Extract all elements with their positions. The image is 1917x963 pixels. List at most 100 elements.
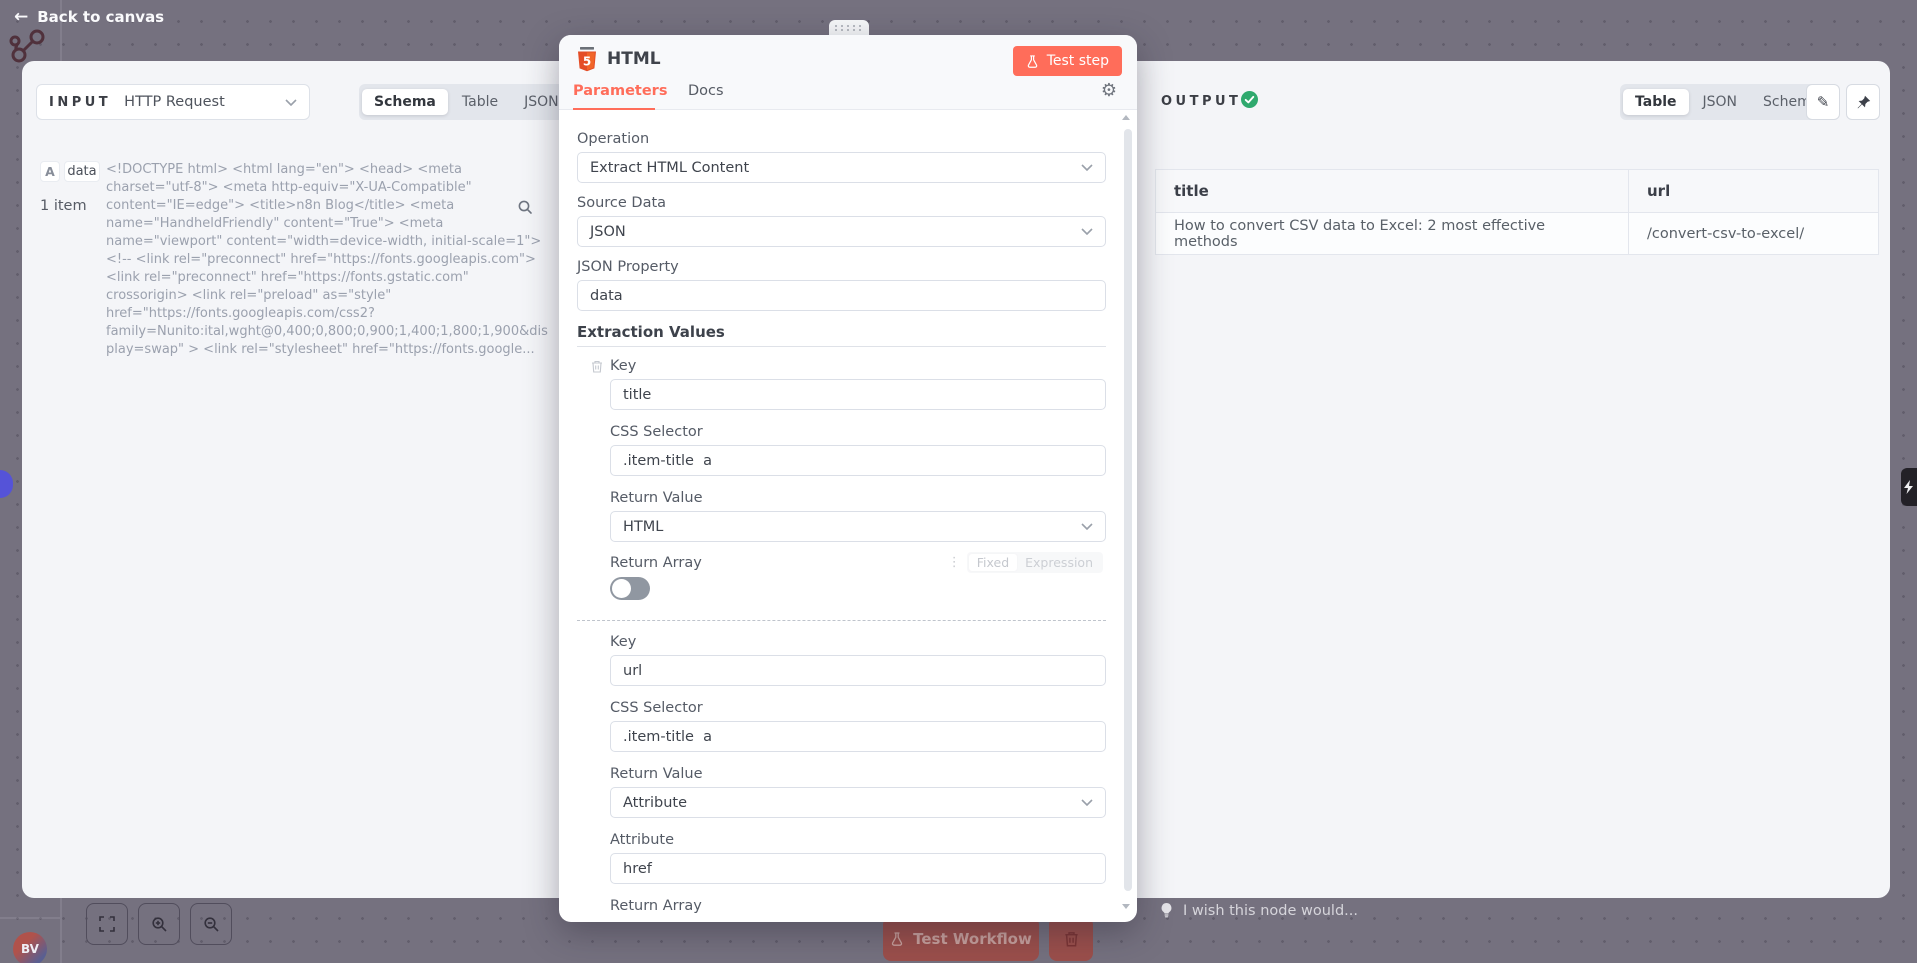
fit-view-icon <box>99 916 115 932</box>
fit-view-button[interactable] <box>86 903 128 945</box>
source-data-value: JSON <box>590 224 626 240</box>
input-tab-schema[interactable]: Schema <box>362 89 448 115</box>
return-value-select-2[interactable]: Attribute <box>610 787 1106 818</box>
table-row[interactable]: How to convert CSV data to Excel: 2 most… <box>1156 213 1878 254</box>
node-feedback-prompt[interactable]: I wish this node would... <box>1160 902 1358 919</box>
trigger-node-stub <box>1901 468 1917 506</box>
input-view-tabs: Schema Table JSON <box>359 84 574 120</box>
field-name-badge[interactable]: data <box>64 161 100 182</box>
input-tab-table[interactable]: Table <box>450 89 510 115</box>
svg-text:5: 5 <box>583 55 591 69</box>
css-selector-input-2[interactable] <box>610 721 1106 752</box>
html5-node-icon: 5 <box>575 46 599 74</box>
app-root: ← Back to canvas Test Workflow <box>0 0 1917 963</box>
workflow-nodes-icon <box>8 26 48 66</box>
key-input-2[interactable] <box>610 655 1106 686</box>
lightbulb-icon <box>1160 902 1173 919</box>
json-property-input[interactable] <box>577 280 1106 311</box>
return-value-1: HTML <box>623 519 663 535</box>
operation-select[interactable]: Extract HTML Content <box>577 152 1106 183</box>
return-value-2: Attribute <box>623 795 687 811</box>
avatar-initials: BV <box>21 942 39 956</box>
output-panel: OUTPUT Table JSON Schema ✎ 1 item title … <box>1137 61 1890 898</box>
field-value-preview[interactable]: <!DOCTYPE html> <html lang="en"> <head> … <box>106 161 548 359</box>
output-table: title url How to convert CSV data to Exc… <box>1155 169 1879 255</box>
output-panel-label: OUTPUT <box>1161 94 1241 109</box>
chevron-down-icon <box>1081 523 1093 530</box>
drag-dots-icon <box>835 25 863 31</box>
delete-node-button[interactable] <box>1049 917 1093 961</box>
cell-url: /convert-csv-to-excel/ <box>1629 213 1878 254</box>
chevron-down-icon <box>285 99 297 106</box>
input-source-select[interactable]: INPUT HTTP Request <box>36 84 310 120</box>
back-to-canvas-label: Back to canvas <box>37 8 164 26</box>
flask-icon <box>1026 55 1039 68</box>
css-selector-input-1[interactable] <box>610 445 1106 476</box>
trash-icon <box>1064 931 1079 947</box>
zoom-out-icon <box>203 916 220 933</box>
output-tab-json[interactable]: JSON <box>1691 89 1750 115</box>
column-header-url[interactable]: url <box>1629 170 1878 212</box>
return-array-label-1: Return Array <box>610 555 702 571</box>
zoom-in-icon <box>151 916 168 933</box>
node-settings-modal: 5 HTML Test step Parameters Docs ⚙ Opera… <box>559 35 1137 922</box>
zoom-in-button[interactable] <box>138 903 180 945</box>
mode-fixed[interactable]: Fixed <box>969 554 1017 571</box>
return-array-toggle-1[interactable] <box>610 577 650 600</box>
attribute-label: Attribute <box>610 832 674 848</box>
operation-label: Operation <box>577 131 649 147</box>
flask-icon <box>890 932 904 946</box>
input-panel-label: INPUT <box>49 95 111 110</box>
test-step-button[interactable]: Test step <box>1013 46 1122 76</box>
mode-expression[interactable]: Expression <box>1017 554 1101 571</box>
zoom-out-button[interactable] <box>190 903 232 945</box>
key-label-1: Key <box>610 358 636 374</box>
css-selector-label-2: CSS Selector <box>610 700 703 716</box>
extraction-values-title: Extraction Values <box>577 323 725 341</box>
parameter-options-icon: ⋮ <box>948 555 960 570</box>
chevron-down-icon <box>1081 799 1093 806</box>
scroll-up-icon[interactable] <box>1122 115 1130 120</box>
key-input-1[interactable] <box>610 379 1106 410</box>
section-divider <box>577 346 1106 347</box>
attribute-input[interactable] <box>610 853 1106 884</box>
operation-value: Extract HTML Content <box>590 160 749 176</box>
input-source-value: HTTP Request <box>124 94 285 110</box>
css-selector-label-1: CSS Selector <box>610 424 703 440</box>
edit-output-button[interactable]: ✎ <box>1806 84 1840 120</box>
connection-wire <box>0 917 60 919</box>
pin-data-button[interactable] <box>1846 84 1880 120</box>
test-workflow-button[interactable]: Test Workflow <box>883 917 1039 961</box>
output-view-tabs: Table JSON Schema <box>1620 84 1834 120</box>
modal-scrollbar[interactable] <box>1124 129 1132 891</box>
json-property-label: JSON Property <box>577 259 679 275</box>
back-arrow-icon: ← <box>14 7 28 27</box>
key-label-2: Key <box>610 634 636 650</box>
modal-drag-handle[interactable] <box>829 20 869 36</box>
chevron-down-icon <box>1081 228 1093 235</box>
pencil-icon: ✎ <box>1817 93 1830 111</box>
tab-parameters[interactable]: Parameters <box>573 83 667 99</box>
output-tab-table[interactable]: Table <box>1623 89 1689 115</box>
pin-icon <box>1856 95 1871 110</box>
input-panel: INPUT HTTP Request Schema Table JSON 1 i… <box>22 61 559 898</box>
success-check-icon <box>1241 91 1258 108</box>
node-feedback-label: I wish this node would... <box>1183 903 1358 919</box>
back-to-canvas-link[interactable]: ← Back to canvas <box>14 7 164 27</box>
delete-extraction-icon[interactable] <box>591 360 603 373</box>
user-avatar[interactable]: BV <box>13 932 47 963</box>
active-tab-underline <box>573 108 655 110</box>
return-value-label-2: Return Value <box>610 766 703 782</box>
source-data-label: Source Data <box>577 195 666 211</box>
node-title: HTML <box>607 49 661 69</box>
tab-docs[interactable]: Docs <box>688 83 724 99</box>
test-workflow-label: Test Workflow <box>913 930 1032 948</box>
source-data-select[interactable]: JSON <box>577 216 1106 247</box>
column-header-title[interactable]: title <box>1156 170 1629 212</box>
gear-icon[interactable]: ⚙ <box>1101 80 1117 101</box>
return-value-select-1[interactable]: HTML <box>610 511 1106 542</box>
return-array-label-2: Return Array <box>610 898 702 914</box>
scroll-down-icon[interactable] <box>1122 904 1130 909</box>
return-value-label-1: Return Value <box>610 490 703 506</box>
parameter-mode-toggle[interactable]: ⋮ Fixed Expression <box>948 552 1103 573</box>
